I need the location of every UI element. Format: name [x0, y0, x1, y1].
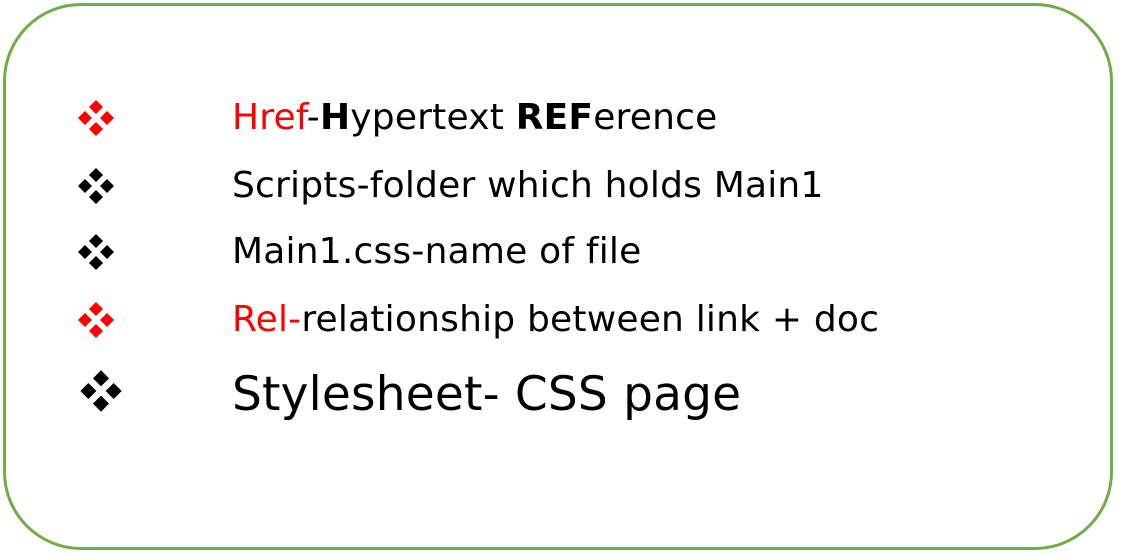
list-item-main1css: Main1.css-name of file [6, 232, 1110, 292]
four-diamond-bullet-icon [76, 166, 116, 206]
list-item-text: Href-Hypertext REFerence [232, 98, 717, 138]
term-href: Href [232, 97, 307, 138]
list-item-scripts: Scripts-folder which holds Main1 [6, 166, 1110, 226]
four-diamond-bullet-icon [76, 232, 116, 272]
four-diamond-bullet-icon [76, 300, 116, 340]
list-item-text: Rel-relationship between link + doc [232, 300, 879, 340]
list-item-text: Main1.css-name of file [232, 231, 642, 272]
bold-letter-h: H [319, 97, 351, 138]
term-rel: Rel- [232, 299, 302, 340]
four-diamond-bullet-icon [78, 368, 124, 414]
text-fragment: ypertext [350, 97, 516, 138]
list-item-text: Stylesheet- CSS page [232, 367, 742, 422]
text-fragment: erence [593, 97, 718, 138]
four-diamond-bullet-icon [76, 98, 116, 138]
list-item-stylesheet: Stylesheet- CSS page [6, 368, 1110, 438]
separator: - [306, 97, 320, 138]
bold-ref: REF [515, 97, 594, 138]
bullet-list: Href-Hypertext REFerence Scripts-folder … [6, 6, 1110, 547]
list-item-text: Scripts-folder which holds Main1 [232, 165, 824, 206]
text-fragment: relationship between link + doc [301, 299, 880, 340]
list-item-rel: Rel-relationship between link + doc [6, 300, 1110, 360]
rounded-card: Href-Hypertext REFerence Scripts-folder … [3, 3, 1113, 550]
list-item-href: Href-Hypertext REFerence [6, 98, 1110, 158]
